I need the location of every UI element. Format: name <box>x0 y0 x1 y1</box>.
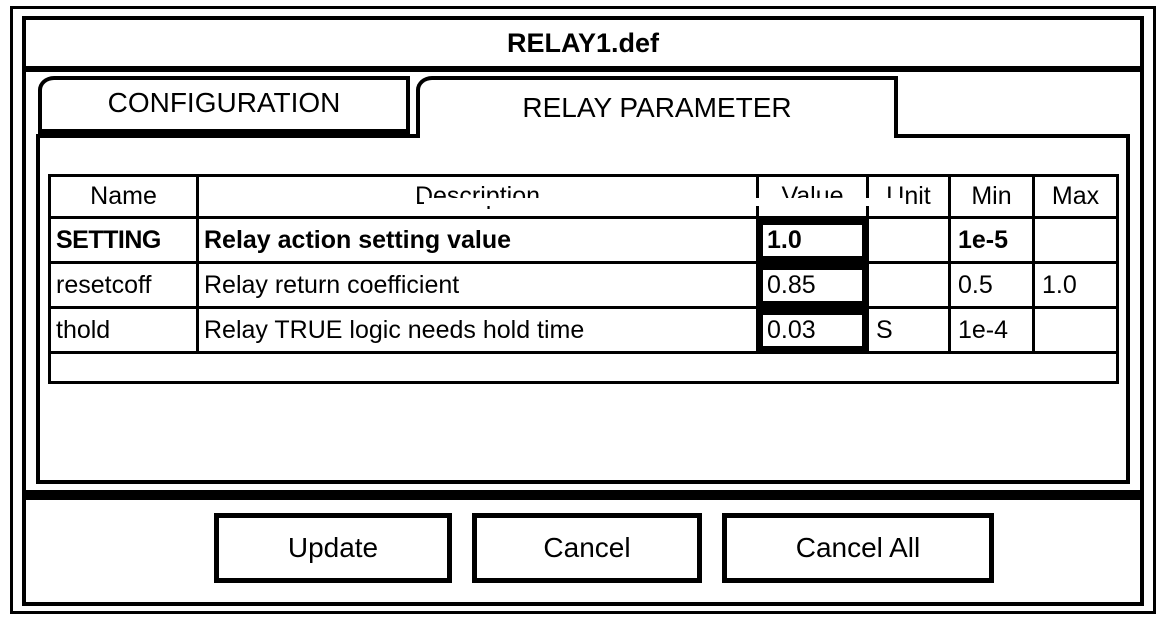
tab-relay-parameter-label: RELAY PARAMETER <box>522 91 792 123</box>
cell-value[interactable]: 0.85 <box>756 261 869 309</box>
column-header-unit[interactable]: Unit <box>866 174 951 219</box>
cell-description: Relay action setting value <box>196 216 759 264</box>
cell-description: Relay return coefficient <box>196 261 759 309</box>
cell-min: 0.5 <box>948 261 1035 309</box>
cell-description: Relay TRUE logic needs hold time <box>196 306 759 354</box>
cancel-button[interactable]: Cancel <box>472 513 702 583</box>
cell-empty <box>48 351 1119 384</box>
tab-strip: CONFIGURATION RELAY PARAMETER <box>26 72 1140 138</box>
cell-min: 1e-5 <box>948 216 1035 264</box>
tab-content-panel: Name Description Value Unit Min Max SETT… <box>36 134 1130 484</box>
tab-relay-parameter[interactable]: RELAY PARAMETER <box>416 76 898 138</box>
table-empty-row <box>48 351 1119 384</box>
value-input[interactable]: 0.03 <box>760 310 865 350</box>
table-row[interactable]: SETTING Relay action setting value 1.0 1… <box>48 216 1119 264</box>
cell-unit <box>866 216 951 264</box>
column-header-value[interactable]: Value <box>756 174 869 219</box>
active-tab-merge-strip <box>424 198 906 206</box>
window-title: RELAY1.def <box>506 27 660 58</box>
column-header-max[interactable]: Max <box>1032 174 1119 219</box>
cell-unit: S <box>866 306 951 354</box>
tab-configuration[interactable]: CONFIGURATION <box>38 76 410 134</box>
value-input[interactable]: 1.0 <box>760 220 865 260</box>
cell-value[interactable]: 1.0 <box>756 216 869 264</box>
panel-separator <box>26 490 1140 500</box>
cancel-all-button[interactable]: Cancel All <box>722 513 994 583</box>
window-outer-frame: RELAY1.def CONFIGURATION RELAY PARAMETER <box>10 6 1156 614</box>
button-bar: Update Cancel Cancel All <box>26 500 1140 596</box>
cell-unit <box>866 261 951 309</box>
table-header-row: Name Description Value Unit Min Max <box>48 174 1119 219</box>
cell-name: resetcoff <box>48 261 199 309</box>
app-screen: RELAY1.def CONFIGURATION RELAY PARAMETER <box>0 0 1168 624</box>
cell-value[interactable]: 0.03 <box>756 306 869 354</box>
column-header-min[interactable]: Min <box>948 174 1035 219</box>
cell-name: thold <box>48 306 199 354</box>
cell-max <box>1032 216 1119 264</box>
column-header-description[interactable]: Description <box>196 174 759 219</box>
tab-configuration-label: CONFIGURATION <box>107 87 341 118</box>
cell-min: 1e-4 <box>948 306 1035 354</box>
cell-name: SETTING <box>48 216 199 264</box>
value-input[interactable]: 0.85 <box>760 265 865 305</box>
cell-max <box>1032 306 1119 354</box>
table-row[interactable]: thold Relay TRUE logic needs hold time 0… <box>48 306 1119 354</box>
title-bar: RELAY1.def <box>26 20 1140 72</box>
window-inner-frame: RELAY1.def CONFIGURATION RELAY PARAMETER <box>22 16 1144 606</box>
update-button[interactable]: Update <box>214 513 452 583</box>
column-header-name[interactable]: Name <box>48 174 199 219</box>
cell-max: 1.0 <box>1032 261 1119 309</box>
table-row[interactable]: resetcoff Relay return coefficient 0.85 … <box>48 261 1119 309</box>
